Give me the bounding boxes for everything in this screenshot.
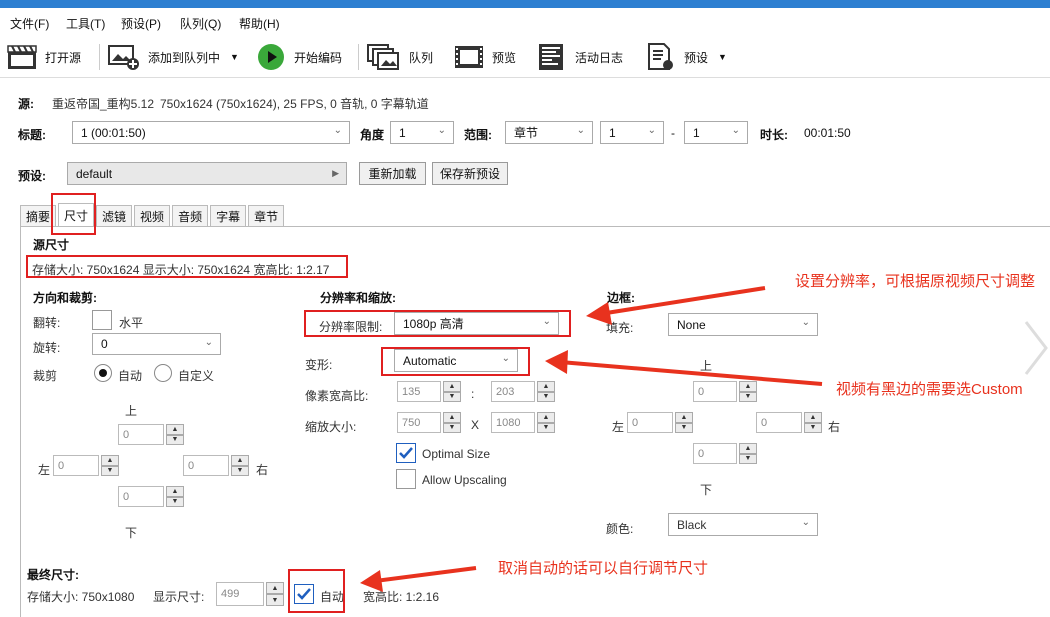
- arrow-line: [559, 360, 823, 386]
- arrow-line: [599, 286, 766, 316]
- arrow-head: [545, 350, 568, 374]
- annotation-custom: 视频有黑边的需要选Custom: [836, 381, 1023, 398]
- arrow-line: [374, 566, 477, 583]
- annotation-arrows: [360, 286, 823, 592]
- annotation-auto: 取消自动的话可以自行调节尺寸: [498, 560, 709, 577]
- arrow-head: [360, 570, 383, 592]
- arrow-head: [586, 302, 612, 325]
- annotation-resolution: 设置分辨率，可根据原视频尺寸调整: [795, 273, 1036, 290]
